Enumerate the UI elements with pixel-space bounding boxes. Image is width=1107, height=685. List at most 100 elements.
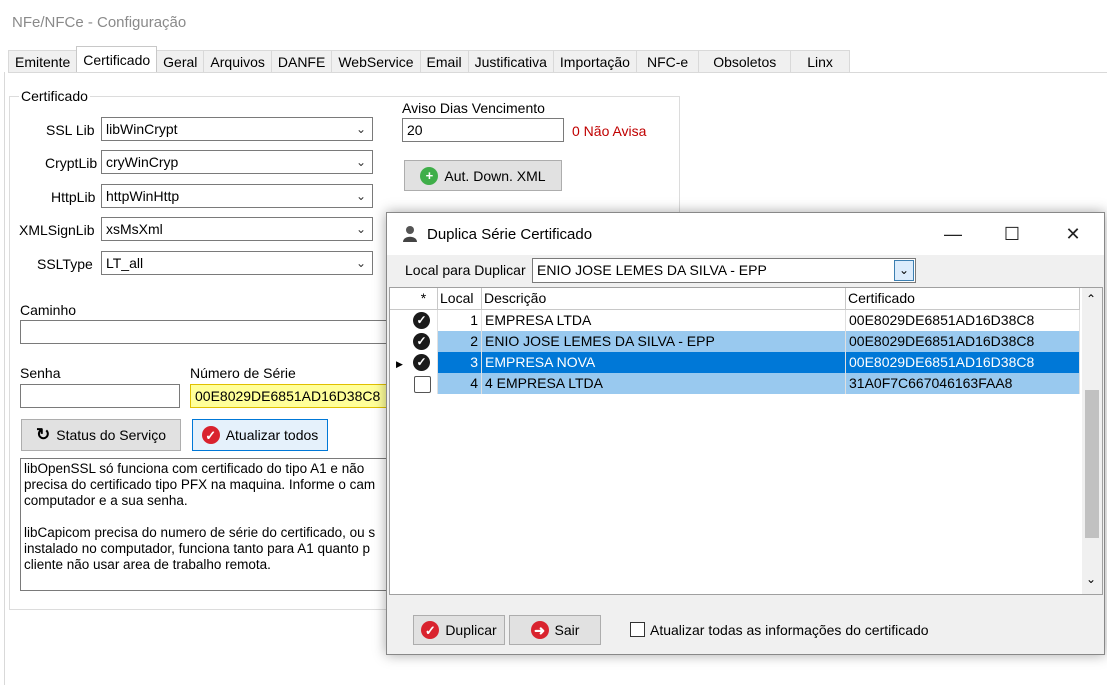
- row-check-cell[interactable]: ✓: [410, 352, 438, 373]
- atualizar-todos-button[interactable]: ✓ Atualizar todos: [192, 419, 328, 451]
- tab-certificado[interactable]: Certificado: [76, 46, 158, 72]
- info-memo[interactable]: libOpenSSL só funciona com certificado d…: [20, 458, 400, 591]
- ssl-lib-select[interactable]: libWinCrypt ⌄: [101, 117, 373, 141]
- ssl-type-value: LT_all: [106, 255, 144, 271]
- certificado-group-label: Certificado: [19, 88, 90, 104]
- user-icon: [401, 225, 419, 243]
- tab-webservice[interactable]: WebService: [331, 50, 421, 72]
- checkmark-circle-icon[interactable]: ✓: [413, 354, 430, 371]
- ssl-lib-value: libWinCrypt: [106, 121, 178, 137]
- http-lib-label: HttpLib: [51, 189, 96, 205]
- row-local: 1: [438, 310, 482, 331]
- col-header-certificado[interactable]: Certificado: [846, 288, 1080, 310]
- xml-sign-lib-value: xsMsXml: [106, 221, 163, 237]
- table-row[interactable]: ✓ 2 ENIO JOSE LEMES DA SILVA - EPP 00E8029D…: [390, 331, 1080, 352]
- tab-underline: [8, 72, 1107, 73]
- chevron-down-icon: ⌄: [355, 222, 366, 236]
- current-row-arrow-icon: ▶: [396, 359, 403, 369]
- add-icon: +: [420, 166, 439, 185]
- tab-importa-o[interactable]: Importação: [552, 50, 637, 72]
- table-row[interactable]: ✓ 1 EMPRESA LTDA 00E8029DE6851AD16D38C8: [390, 310, 1080, 331]
- local-duplicar-select[interactable]: ENIO JOSE LEMES DA SILVA - EPP ⌄: [532, 258, 916, 283]
- sair-button[interactable]: ➜ Sair: [509, 615, 601, 645]
- aut-down-xml-button[interactable]: + Aut. Down. XML: [404, 160, 562, 191]
- row-local: 2: [438, 331, 482, 352]
- certificados-grid: * Local Descrição Certificado ✓ 1 EMPRESA …: [389, 287, 1103, 595]
- row-descricao: EMPRESA NOVA: [482, 352, 846, 373]
- tab-linx[interactable]: Linx: [790, 50, 850, 72]
- chevron-down-icon: ⌄: [355, 122, 366, 136]
- chevron-down-icon[interactable]: ⌄: [894, 260, 914, 281]
- tab-obsoletos[interactable]: Obsoletos: [698, 50, 792, 72]
- scroll-up-icon[interactable]: ⌃: [1086, 292, 1096, 306]
- tab-email[interactable]: Email: [419, 50, 469, 72]
- tab-nfc-e[interactable]: NFC-e: [635, 50, 700, 72]
- chevron-down-icon: ⌄: [355, 256, 366, 270]
- ssl-type-label: SSLType: [37, 256, 93, 272]
- row-certificado: 00E8029DE6851AD16D38C8: [846, 331, 1080, 352]
- aviso-hint: 0 Não Avisa: [572, 123, 647, 139]
- row-local: 3: [438, 352, 482, 373]
- exit-icon: ➜: [530, 621, 549, 639]
- local-duplicar-value: ENIO JOSE LEMES DA SILVA - EPP: [537, 262, 767, 278]
- row-descricao: EMPRESA LTDA: [482, 310, 846, 331]
- local-duplicar-label: Local para Duplicar: [405, 262, 526, 278]
- row-descricao: ENIO JOSE LEMES DA SILVA - EPP: [482, 331, 846, 352]
- ssl-lib-label: SSL Lib: [46, 122, 95, 138]
- crypt-lib-label: CryptLib: [45, 155, 98, 171]
- http-lib-select[interactable]: httpWinHttp ⌄: [101, 184, 373, 208]
- row-indicator[interactable]: [390, 331, 410, 352]
- content-border: [4, 72, 5, 685]
- row-check-cell[interactable]: [410, 373, 438, 394]
- scroll-down-icon[interactable]: ⌄: [1086, 572, 1096, 586]
- numero-serie-input[interactable]: 00E8029DE6851AD16D38C8: [190, 384, 390, 408]
- minimize-icon[interactable]: —: [933, 221, 973, 247]
- grid-corner: [390, 288, 410, 310]
- tab-geral[interactable]: Geral: [156, 50, 205, 72]
- http-lib-value: httpWinHttp: [106, 188, 180, 204]
- row-check-cell[interactable]: ✓: [410, 331, 438, 352]
- duplica-serie-dialog: Duplica Série Certificado — ☐ ✕ Local pa…: [386, 212, 1105, 655]
- atualizar-info-checkbox[interactable]: [630, 622, 645, 637]
- crypt-lib-select[interactable]: cryWinCryp ⌄: [101, 150, 373, 174]
- chevron-down-icon: ⌄: [355, 189, 366, 203]
- row-descricao: 4 EMPRESA LTDA: [482, 373, 846, 394]
- row-indicator[interactable]: [390, 310, 410, 331]
- grid-scrollbar[interactable]: ⌃ ⌄: [1082, 288, 1102, 594]
- ssl-type-select[interactable]: LT_all ⌄: [101, 251, 373, 275]
- tab-justificativa[interactable]: Justificativa: [467, 50, 554, 72]
- senha-input[interactable]: [20, 384, 180, 408]
- atualizar-todos-label: Atualizar todos: [225, 427, 319, 443]
- maximize-icon[interactable]: ☐: [992, 221, 1032, 247]
- col-header-descricao[interactable]: Descrição: [482, 288, 846, 310]
- tab-bar: Emitente Certificado Geral Arquivos DANFE Web…: [8, 46, 850, 73]
- aviso-dias-label: Aviso Dias Vencimento: [402, 100, 545, 116]
- col-header-star[interactable]: *: [410, 288, 438, 310]
- aviso-dias-input[interactable]: 20: [402, 118, 564, 142]
- caminho-input[interactable]: [20, 320, 390, 344]
- atualizar-info-label: Atualizar todas as informações do certif…: [650, 622, 929, 638]
- numero-serie-label: Número de Série: [190, 365, 296, 381]
- tab-danfe[interactable]: DANFE: [270, 50, 333, 72]
- xml-sign-lib-label: XMLSignLib: [19, 222, 95, 238]
- table-row[interactable]: ▶ ✓ 3 EMPRESA NOVA 00E8029DE6851AD16D38C8: [390, 352, 1080, 373]
- row-indicator[interactable]: [390, 373, 410, 394]
- checkmark-circle-icon[interactable]: ✓: [413, 312, 430, 329]
- scroll-thumb[interactable]: [1085, 390, 1099, 538]
- table-row[interactable]: 44 EMPRESA LTDA 31A0F7C667046163FAA8: [390, 373, 1080, 394]
- xml-sign-lib-select[interactable]: xsMsXml ⌄: [101, 217, 373, 241]
- duplicar-label: Duplicar: [445, 622, 497, 638]
- row-check-cell[interactable]: ✓: [410, 310, 438, 331]
- close-icon[interactable]: ✕: [1053, 221, 1093, 247]
- checkmark-circle-icon[interactable]: ✓: [413, 333, 430, 350]
- tab-emitente[interactable]: Emitente: [8, 50, 78, 72]
- unchecked-box[interactable]: [414, 376, 431, 393]
- duplicar-button[interactable]: ✓ Duplicar: [413, 615, 505, 645]
- row-local: 4: [438, 373, 482, 394]
- col-header-local[interactable]: Local: [438, 288, 482, 310]
- chevron-down-icon: ⌄: [355, 155, 366, 169]
- status-servico-button[interactable]: ↻ Status do Serviço: [21, 419, 181, 451]
- check-icon: ✓: [421, 621, 440, 639]
- tab-arquivos[interactable]: Arquivos: [203, 50, 272, 72]
- row-indicator[interactable]: ▶: [390, 352, 410, 373]
